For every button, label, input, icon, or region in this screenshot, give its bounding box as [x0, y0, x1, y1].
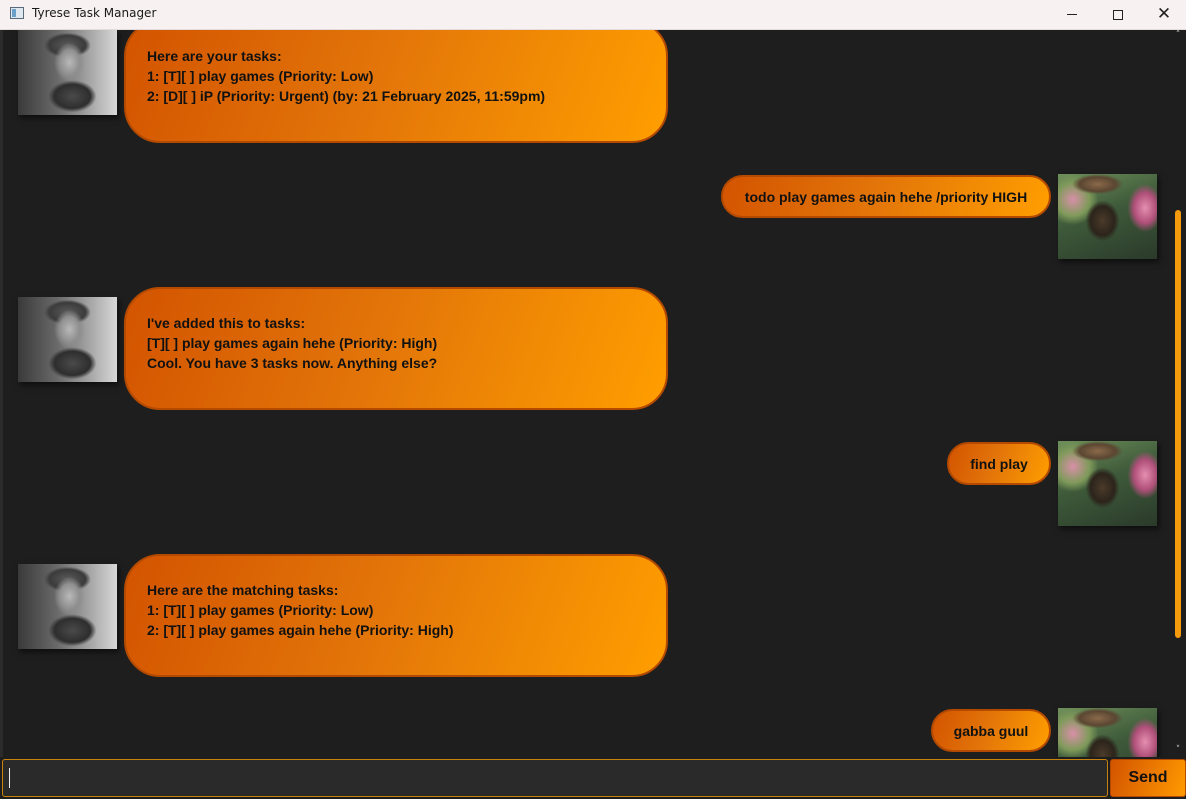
message-input[interactable]: [2, 759, 1108, 797]
maximize-icon: [1113, 9, 1123, 20]
duke-avatar: [18, 564, 117, 649]
message-line: Here are the matching tasks:: [147, 582, 339, 598]
user-message-text: todo play games again hehe /priority HIG…: [744, 188, 1028, 205]
app-icon: [10, 7, 24, 19]
close-icon: ✕: [1156, 4, 1172, 24]
scroll-down-icon[interactable]: ˅: [1172, 745, 1184, 755]
user-message-bubble: gabba guul: [931, 709, 1051, 752]
message-line: Here are your tasks:: [147, 48, 282, 64]
duke-message-bubble: ________________________________________…: [124, 554, 668, 677]
chat-scroll-pane[interactable]: ________________________________________…: [0, 30, 1186, 757]
duke-avatar: [18, 30, 117, 115]
scrollbar-thumb[interactable]: [1175, 210, 1181, 638]
user-avatar: [1058, 174, 1157, 259]
app-window: Tyrese Task Manager ✕ __________________…: [0, 0, 1186, 799]
divider-line: ________________________________________…: [147, 646, 647, 654]
message-line: 1: [T][ ] play games (Priority: Low): [147, 68, 374, 84]
divider-line: ________________________________________…: [147, 112, 647, 120]
message-line: I've added this to tasks:: [147, 315, 306, 331]
message-line: [T][ ] play games again hehe (Priority: …: [147, 335, 438, 351]
divider-line: ________________________________________…: [147, 566, 647, 574]
send-button[interactable]: Send: [1110, 759, 1186, 797]
duke-message-bubble: ________________________________________…: [124, 287, 668, 410]
scroll-up-icon[interactable]: ˄: [1172, 30, 1184, 40]
minimize-icon: [1067, 14, 1077, 15]
close-button[interactable]: ✕: [1141, 0, 1186, 29]
message-line: 2: [D][ ] iP (Priority: Urgent) (by: 21 …: [147, 88, 546, 104]
message-line: 2: [T][ ] play games again hehe (Priorit…: [147, 622, 454, 638]
duke-avatar: [18, 297, 117, 382]
title-bar[interactable]: Tyrese Task Manager ✕: [0, 0, 1186, 30]
user-message-bubble: find play: [947, 442, 1051, 485]
divider-line: ________________________________________…: [147, 299, 647, 307]
message-line: 1: [T][ ] play games (Priority: Low): [147, 602, 374, 618]
maximize-button[interactable]: [1095, 0, 1141, 29]
user-message-text: gabba guul: [953, 722, 1029, 739]
message-line: Cool. You have 3 tasks now. Anything els…: [147, 355, 438, 371]
divider-line: ________________________________________…: [147, 379, 647, 387]
user-message-bubble: todo play games again hehe /priority HIG…: [721, 175, 1051, 218]
pane-edge: [0, 30, 3, 757]
text-caret: [9, 768, 10, 788]
duke-message-bubble: ________________________________________…: [124, 30, 668, 143]
user-avatar: [1058, 708, 1157, 757]
window-title: Tyrese Task Manager: [32, 6, 157, 20]
divider-line: ________________________________________…: [147, 32, 647, 40]
minimize-button[interactable]: [1049, 0, 1095, 29]
user-message-text: find play: [970, 455, 1028, 472]
user-avatar: [1058, 441, 1157, 526]
input-bar: Send: [0, 757, 1186, 799]
